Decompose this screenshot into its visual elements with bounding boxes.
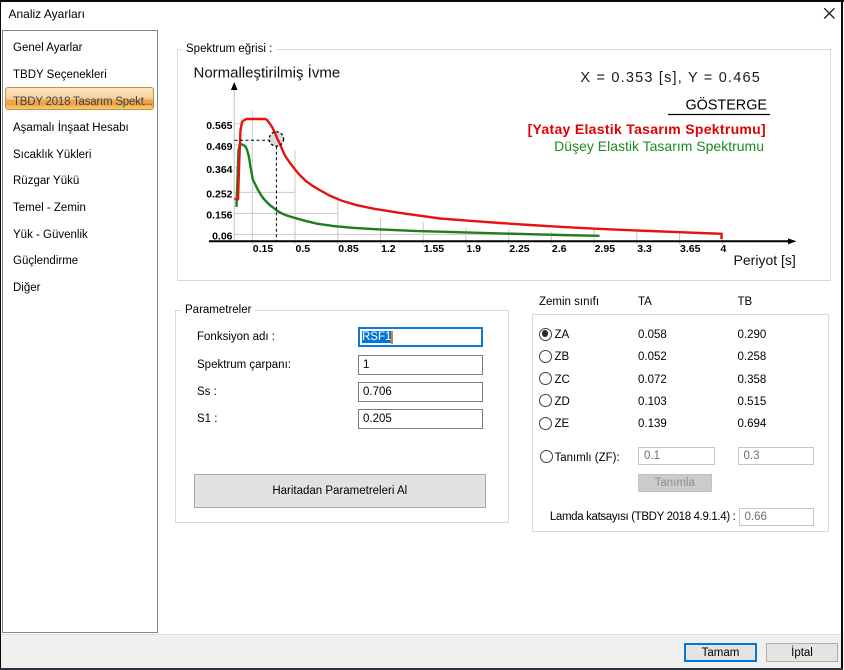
svg-text:2.25: 2.25 — [509, 243, 530, 255]
svg-text:1.55: 1.55 — [424, 243, 445, 255]
svg-text:4: 4 — [721, 243, 727, 255]
svg-text:0.156: 0.156 — [206, 210, 232, 222]
svg-text:0.252: 0.252 — [206, 189, 232, 201]
svg-text:2.6: 2.6 — [552, 243, 567, 255]
svg-text:1.9: 1.9 — [466, 243, 481, 255]
svg-text:0.469: 0.469 — [206, 141, 232, 153]
svg-text:0.364: 0.364 — [206, 164, 232, 176]
svg-text:3.3: 3.3 — [637, 243, 652, 255]
svg-text:0.85: 0.85 — [338, 243, 359, 255]
svg-text:3.65: 3.65 — [680, 243, 701, 255]
svg-text:1.2: 1.2 — [381, 243, 396, 255]
svg-text:GÖSTERGE: GÖSTERGE — [685, 96, 767, 114]
svg-text:0.565: 0.565 — [206, 120, 232, 132]
svg-text:Normalleştirilmiş İvme: Normalleştirilmiş İvme — [194, 64, 341, 82]
svg-text:0.5: 0.5 — [296, 243, 311, 255]
svg-text:0.06: 0.06 — [212, 231, 233, 243]
svg-text:Düşey Elastik Tasarım Spektrum: Düşey Elastik Tasarım Spektrumu — [554, 138, 764, 154]
svg-text:0.15: 0.15 — [253, 243, 274, 255]
svg-text:X = 0.353 [s], Y = 0.465: X = 0.353 [s], Y = 0.465 — [580, 70, 761, 86]
svg-text:2.95: 2.95 — [595, 243, 616, 255]
svg-text:Periyot [s]: Periyot [s] — [734, 252, 796, 268]
svg-text:[Yatay Elastik Tasarım Spektru: [Yatay Elastik Tasarım Spektrumu] — [528, 121, 766, 137]
